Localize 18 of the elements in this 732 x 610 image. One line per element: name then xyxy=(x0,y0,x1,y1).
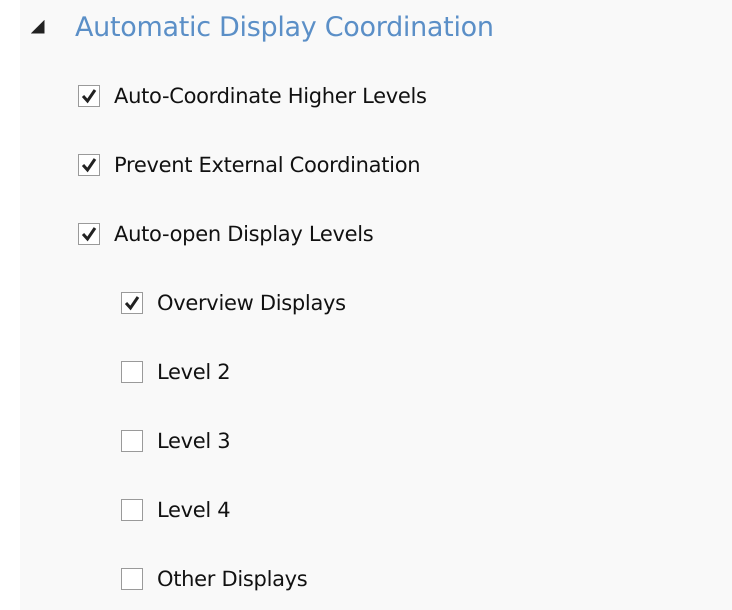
checkbox-label[interactable]: Level 2 xyxy=(157,360,230,384)
checkbox-label[interactable]: Level 4 xyxy=(157,498,230,522)
collapse-triangle-icon[interactable] xyxy=(31,20,45,34)
checkbox[interactable] xyxy=(78,222,100,244)
checkbox[interactable] xyxy=(121,360,143,382)
checkbox-label[interactable]: Auto-open Display Levels xyxy=(114,222,374,246)
checkbox[interactable] xyxy=(78,154,100,176)
checkbox-label[interactable]: Level 3 xyxy=(157,428,230,452)
checkbox[interactable] xyxy=(121,498,143,520)
section-title: Automatic Display Coordination xyxy=(75,12,494,42)
checkbox-label[interactable]: Overview Displays xyxy=(157,290,346,314)
checkbox[interactable] xyxy=(78,84,100,106)
checkbox-label[interactable]: Auto-Coordinate Higher Levels xyxy=(114,84,427,108)
checkbox[interactable] xyxy=(121,292,143,314)
checkbox-label[interactable]: Prevent External Coordination xyxy=(114,152,420,176)
checkbox-label[interactable]: Other Displays xyxy=(157,566,308,590)
checkbox[interactable] xyxy=(121,430,143,452)
checkbox[interactable] xyxy=(121,568,143,590)
